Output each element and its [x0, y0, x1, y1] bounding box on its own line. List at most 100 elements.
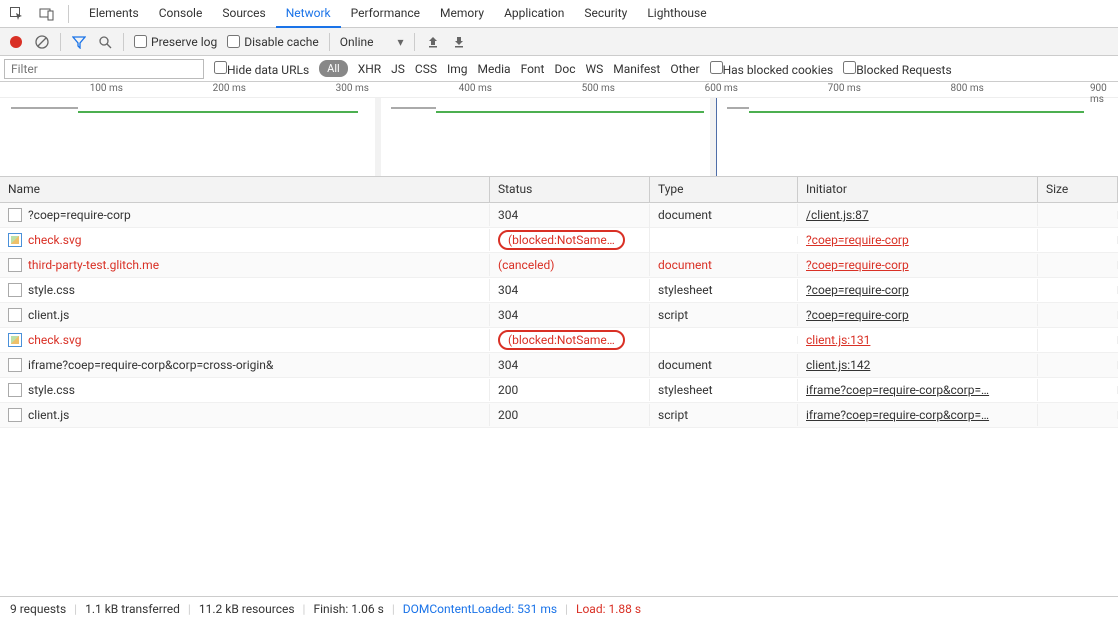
table-row[interactable]: check.svg(blocked:NotSame…client.js:131: [0, 328, 1118, 353]
initiator-link[interactable]: client.js:131: [806, 333, 870, 347]
chevron-down-icon[interactable]: ▾: [398, 35, 404, 49]
record-button[interactable]: [8, 34, 24, 50]
table-row[interactable]: style.css304stylesheet ?coep=require-corp: [0, 278, 1118, 303]
file-icon: [8, 283, 22, 297]
cell-name: third-party-test.glitch.me: [0, 254, 490, 276]
table-row[interactable]: style.css200stylesheetiframe?coep=requir…: [0, 378, 1118, 403]
has-blocked-cookies-checkbox[interactable]: Has blocked cookies: [710, 61, 834, 77]
upload-icon[interactable]: [425, 34, 441, 50]
cell-initiator: client.js:131: [798, 329, 1038, 351]
cell-name: client.js: [0, 304, 490, 326]
tab-elements[interactable]: Elements: [79, 0, 149, 27]
filter-input[interactable]: [4, 59, 204, 79]
status-finish: Finish: 1.06 s: [313, 602, 383, 616]
type-filter-css[interactable]: CSS: [415, 62, 437, 76]
column-name[interactable]: Name: [0, 177, 490, 202]
cell-type: document: [650, 204, 798, 226]
cell-size: [1038, 336, 1118, 344]
initiator-link[interactable]: iframe?coep=require-corp&corp=…: [806, 408, 989, 422]
status-dcl: DOMContentLoaded: 531 ms: [403, 602, 557, 616]
type-filter-js[interactable]: JS: [391, 62, 405, 76]
table-row[interactable]: ?coep=require-corp304document/client.js:…: [0, 203, 1118, 228]
blocked-requests-checkbox[interactable]: Blocked Requests: [843, 61, 951, 77]
initiator-link[interactable]: ?coep=require-corp: [806, 308, 909, 322]
table-row[interactable]: third-party-test.glitch.me(canceled)docu…: [0, 253, 1118, 278]
disable-cache-label: Disable cache: [244, 35, 319, 49]
tab-console[interactable]: Console: [149, 0, 213, 27]
tab-memory[interactable]: Memory: [430, 0, 494, 27]
initiator-link[interactable]: ?coep=require-corp: [806, 258, 909, 272]
type-filter-font[interactable]: Font: [521, 62, 545, 76]
type-filter-img[interactable]: Img: [447, 62, 468, 76]
divider: [414, 33, 415, 51]
search-icon[interactable]: [97, 34, 113, 50]
clear-icon[interactable]: [34, 34, 50, 50]
hide-data-urls-checkbox[interactable]: Hide data URLs: [214, 61, 309, 77]
timeline-tick: 700 ms: [828, 83, 861, 94]
cell-status: (canceled): [490, 254, 650, 276]
cell-initiator: ?coep=require-corp: [798, 229, 1038, 251]
filter-icon[interactable]: [71, 34, 87, 50]
initiator-link[interactable]: client.js:142: [806, 358, 870, 372]
cell-status: 200: [490, 379, 650, 401]
cell-type: script: [650, 304, 798, 326]
type-filter-manifest[interactable]: Manifest: [613, 62, 660, 76]
tab-sources[interactable]: Sources: [212, 0, 275, 27]
cell-size: [1038, 261, 1118, 269]
type-filter-media[interactable]: Media: [478, 62, 511, 76]
cell-initiator: ?coep=require-corp: [798, 254, 1038, 276]
cell-name: style.css: [0, 279, 490, 301]
cell-size: [1038, 361, 1118, 369]
table-row[interactable]: check.svg(blocked:NotSame…?coep=require-…: [0, 228, 1118, 253]
column-initiator[interactable]: Initiator: [798, 177, 1038, 202]
tab-lighthouse[interactable]: Lighthouse: [637, 0, 716, 27]
type-filter-other[interactable]: Other: [670, 62, 699, 76]
initiator-link[interactable]: /client.js:87: [806, 208, 869, 222]
divider: [68, 5, 69, 23]
disable-cache-checkbox[interactable]: Disable cache: [227, 35, 319, 49]
throttling-select[interactable]: Online: [340, 35, 394, 49]
cell-status: 304: [490, 279, 650, 301]
timeline-tick: 900 ms: [1090, 83, 1107, 105]
tab-application[interactable]: Application: [494, 0, 574, 27]
cell-type: stylesheet: [650, 279, 798, 301]
initiator-link[interactable]: ?coep=require-corp: [806, 233, 909, 247]
cell-name: iframe?coep=require-corp&corp=cross-orig…: [0, 354, 490, 376]
file-icon: [8, 358, 22, 372]
cell-name: ?coep=require-corp: [0, 204, 490, 226]
preserve-log-checkbox[interactable]: Preserve log: [134, 35, 217, 49]
has-blocked-cookies-label: Has blocked cookies: [723, 63, 834, 77]
cell-initiator: ?coep=require-corp: [798, 304, 1038, 326]
file-icon: [8, 233, 22, 247]
type-filter-all[interactable]: All: [319, 60, 348, 77]
table-row[interactable]: client.js304script?coep=require-corp: [0, 303, 1118, 328]
timeline-overview[interactable]: 100 ms200 ms300 ms400 ms500 ms600 ms700 …: [0, 82, 1118, 177]
column-type[interactable]: Type: [650, 177, 798, 202]
type-filter-doc[interactable]: Doc: [554, 62, 575, 76]
inspect-icon[interactable]: [6, 3, 28, 25]
cell-initiator: client.js:142: [798, 354, 1038, 376]
cell-initiator: iframe?coep=require-corp&corp=…: [798, 404, 1038, 426]
file-icon: [8, 208, 22, 222]
tab-performance[interactable]: Performance: [341, 0, 430, 27]
cell-name: client.js: [0, 404, 490, 426]
cell-type: [650, 336, 798, 344]
table-row[interactable]: iframe?coep=require-corp&corp=cross-orig…: [0, 353, 1118, 378]
cell-name: check.svg: [0, 229, 490, 251]
initiator-link[interactable]: ?coep=require-corp: [806, 283, 909, 297]
requests-table: Name Status Type Initiator Size ?coep=re…: [0, 177, 1118, 596]
initiator-link[interactable]: iframe?coep=require-corp&corp=…: [806, 383, 989, 397]
device-toggle-icon[interactable]: [36, 3, 58, 25]
cell-type: document: [650, 254, 798, 276]
timeline-tick: 600 ms: [705, 83, 738, 94]
cell-status: (blocked:NotSame…: [490, 326, 650, 354]
type-filter-ws[interactable]: WS: [585, 62, 603, 76]
download-icon[interactable]: [451, 34, 467, 50]
column-size[interactable]: Size: [1038, 177, 1118, 202]
tab-security[interactable]: Security: [574, 0, 637, 27]
column-status[interactable]: Status: [490, 177, 650, 202]
type-filter-xhr[interactable]: XHR: [358, 62, 381, 76]
file-icon: [8, 408, 22, 422]
tab-network[interactable]: Network: [276, 0, 341, 28]
table-row[interactable]: client.js200scriptiframe?coep=require-co…: [0, 403, 1118, 428]
